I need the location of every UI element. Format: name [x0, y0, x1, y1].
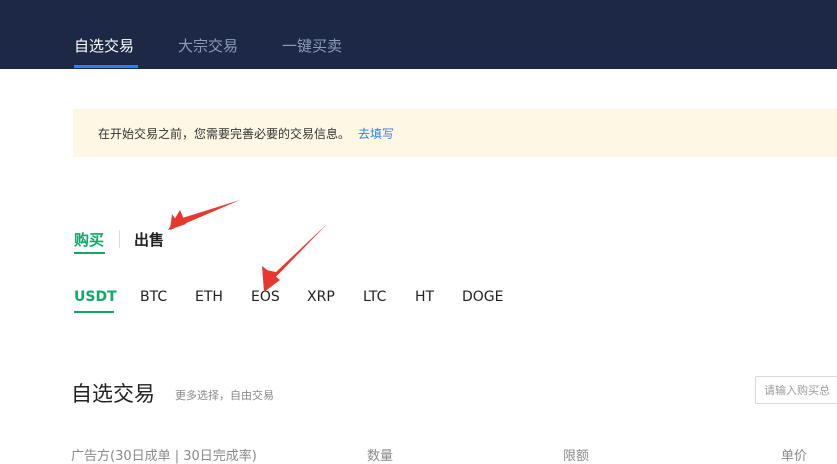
sell-tab[interactable]: 出售 [134, 229, 164, 250]
coin-tab-usdt[interactable]: USDT [74, 289, 117, 305]
coin-tab-doge[interactable]: DOGE [462, 289, 504, 305]
tab-block-trading[interactable]: 大宗交易 [178, 35, 238, 56]
active-tab-indicator [74, 65, 138, 68]
section-title: 自选交易 [71, 382, 155, 406]
coin-tab-eos[interactable]: EOS [251, 289, 280, 305]
coin-tab-btc[interactable]: BTC [140, 289, 167, 305]
notice-banner: 在开始交易之前，您需要完善必要的交易信息。 去填写 [73, 109, 837, 157]
tab-otc-trading[interactable]: 自选交易 [74, 35, 134, 56]
notice-text: 在开始交易之前，您需要完善必要的交易信息。 [98, 127, 351, 141]
red-arrow-icon [262, 223, 328, 292]
column-header-limit: 限额 [563, 449, 590, 464]
coin-tab-eth[interactable]: ETH [195, 289, 223, 305]
coin-tab-ltc[interactable]: LTC [363, 289, 386, 305]
amount-search-input[interactable] [755, 376, 837, 404]
column-header-advertiser: 广告方(30日成单 | 30日完成率) [71, 449, 257, 464]
fill-info-link[interactable]: 去填写 [358, 127, 394, 141]
buy-tab-indicator [74, 252, 105, 254]
coin-tab-indicator [74, 311, 114, 313]
top-navigation-bar: 自选交易 大宗交易 一键买卖 [0, 0, 837, 69]
section-subtitle: 更多选择，自由交易 [175, 389, 274, 402]
side-tab-divider [119, 230, 120, 248]
column-header-price: 单价 [781, 449, 808, 464]
tab-quick-trade[interactable]: 一键买卖 [282, 35, 342, 56]
column-header-quantity: 数量 [367, 449, 394, 464]
buy-tab[interactable]: 购买 [74, 229, 104, 250]
notice-message: 在开始交易之前，您需要完善必要的交易信息。 去填写 [98, 125, 394, 142]
red-arrow-icon [168, 200, 240, 230]
coin-tab-xrp[interactable]: XRP [307, 289, 335, 305]
coin-tab-ht[interactable]: HT [415, 289, 434, 305]
